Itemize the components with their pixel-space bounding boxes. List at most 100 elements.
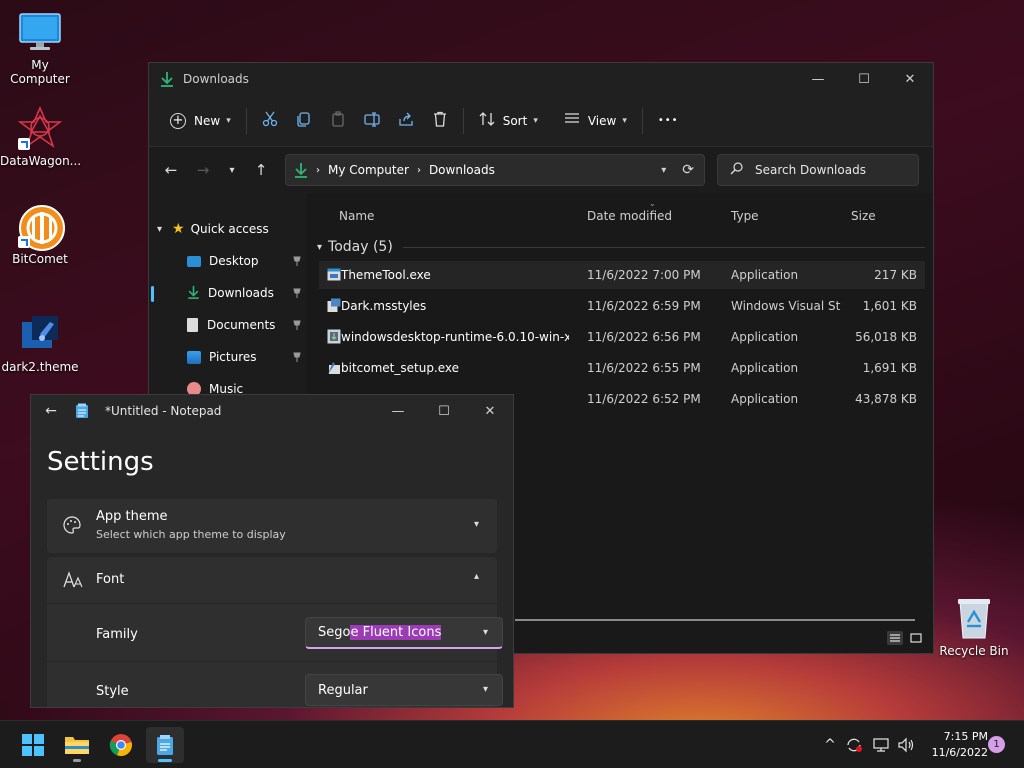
table-row[interactable]: Dark.msstyles 11/6/2022 6:59 PM Windows … [319, 292, 925, 320]
paste-button[interactable] [321, 105, 355, 137]
toolbar-divider [245, 107, 247, 134]
font-style-dropdown[interactable]: Regular ▾ [305, 674, 503, 706]
notepad-window[interactable]: ← *Untitled - Notepad — ☐ ✕ Settings App… [30, 394, 514, 708]
close-button[interactable]: ✕ [887, 63, 933, 95]
chevron-down-icon: ▾ [317, 241, 323, 253]
start-button[interactable] [14, 727, 52, 763]
font-setting-header[interactable]: Font ▴ [47, 557, 497, 603]
breadcrumb-my-computer[interactable]: My Computer [328, 163, 409, 177]
file-explorer-taskbar-button[interactable] [58, 727, 96, 763]
maximize-button[interactable]: ☐ [841, 63, 887, 95]
trash-icon [432, 111, 448, 130]
view-button[interactable]: View ▾ [555, 105, 636, 137]
sync-status-icon[interactable] [844, 735, 864, 755]
desktop-icon-my-computer[interactable]: My Computer [0, 10, 80, 86]
pin-icon [293, 287, 301, 298]
app-theme-subtitle: Select which app theme to display [96, 528, 286, 541]
more-dots-icon: ••• [657, 115, 679, 126]
family-label: Family [96, 627, 138, 642]
show-hidden-icons-button[interactable]: ^ [820, 735, 840, 755]
desktop-icon-recycle-bin[interactable]: Recycle Bin [934, 596, 1014, 658]
sidebar-item-downloads[interactable]: Downloads [149, 277, 307, 309]
document-icon [187, 318, 198, 332]
share-button[interactable] [389, 105, 423, 137]
back-button[interactable]: ← [31, 395, 71, 427]
sidebar-item-desktop[interactable]: Desktop [149, 245, 307, 277]
desktop-icon-dark2-theme[interactable]: dark2.theme [0, 312, 80, 374]
table-row[interactable]: bitcomet_setup.exe 11/6/2022 6:55 PM App… [319, 354, 925, 382]
font-setting[interactable]: Font ▴ Family Sego e Fluent Icons ▾ Style… [47, 557, 503, 707]
notification-badge[interactable]: 1 [988, 736, 1005, 753]
bitcomet-logo-icon [18, 204, 65, 251]
clock[interactable]: 7:15 PM 11/6/2022 [924, 729, 988, 761]
sidebar-item-pictures[interactable]: Pictures [149, 341, 307, 373]
maximize-button[interactable]: ☐ [421, 395, 467, 427]
back-button[interactable]: ← [155, 154, 187, 186]
star-icon: ★ [172, 221, 185, 237]
font-family-dropdown[interactable]: Sego e Fluent Icons ▾ [305, 617, 503, 649]
folder-icon [65, 737, 89, 754]
command-bar: + New ▾ Sort ▾ View ▾ ••• [149, 95, 933, 147]
pin-icon [293, 351, 301, 362]
sidebar-item-quick-access[interactable]: ▾ ★ Quick access [149, 213, 307, 245]
desktop-icon-label: dark2.theme [1, 360, 79, 374]
table-row[interactable]: windowsdesktop-runtime-6.0.10-win-x6... … [319, 323, 925, 351]
breadcrumb-downloads[interactable]: Downloads [429, 163, 495, 177]
app-theme-setting[interactable]: App theme Select which app theme to disp… [47, 499, 497, 553]
chevron-down-icon: ▾ [533, 115, 538, 126]
close-button[interactable]: ✕ [467, 395, 513, 427]
search-box[interactable]: Search Downloads [717, 154, 919, 186]
column-header-date[interactable]: Date modified [587, 209, 672, 223]
tiles-view-icon [910, 633, 922, 643]
desktop-icon-label: My Computer [10, 58, 70, 86]
column-header-name[interactable]: Name [339, 209, 374, 223]
forward-button[interactable]: → [187, 154, 219, 186]
chevron-right-icon: › [416, 164, 421, 176]
explorer-titlebar[interactable]: Downloads — ☐ ✕ [149, 63, 933, 95]
new-button[interactable]: + New ▾ [161, 105, 240, 137]
up-button[interactable]: ↑ [245, 154, 277, 186]
shortcut-arrow-icon [18, 138, 30, 150]
horizontal-scrollbar[interactable] [515, 619, 915, 621]
volume-icon[interactable] [896, 735, 916, 755]
details-view-toggle[interactable] [887, 631, 903, 645]
delete-button[interactable] [423, 105, 457, 137]
divider [47, 661, 497, 662]
recent-locations-button[interactable]: ▾ [219, 154, 245, 186]
download-arrow-icon [159, 71, 175, 87]
desktop-icon-bitcomet[interactable]: BitComet [0, 204, 80, 266]
group-header-today[interactable]: ▾ Today (5) [317, 237, 925, 257]
sort-indicator-icon: ⌄ [649, 199, 656, 208]
arrow-right-icon: → [196, 161, 210, 179]
minimize-button[interactable]: — [795, 63, 841, 95]
window-title: Downloads [183, 72, 249, 86]
network-icon[interactable] [872, 735, 892, 755]
notepad-icon [157, 735, 173, 755]
minimize-button[interactable]: — [375, 395, 421, 427]
sidebar-item-documents[interactable]: Documents [149, 309, 307, 341]
column-header-type[interactable]: Type [731, 209, 759, 223]
notepad-taskbar-button[interactable] [146, 727, 184, 763]
sort-button[interactable]: Sort ▾ [470, 105, 547, 137]
column-header-size[interactable]: Size [851, 209, 876, 223]
chrome-taskbar-button[interactable] [102, 727, 140, 763]
desktop-icon-datawagon[interactable]: DataWagon... [0, 105, 82, 168]
address-bar[interactable]: › My Computer › Downloads ▾ ⟳ [285, 154, 705, 186]
chevron-down-icon: ▾ [482, 684, 488, 695]
notepad-titlebar[interactable]: ← *Untitled - Notepad — ☐ ✕ [31, 395, 513, 427]
search-icon [730, 162, 743, 178]
tiles-view-toggle[interactable] [909, 631, 923, 645]
refresh-icon[interactable]: ⟳ [682, 162, 694, 178]
cut-button[interactable] [253, 105, 287, 137]
table-row[interactable]: ThemeTool.exe 11/6/2022 7:00 PM Applicat… [319, 261, 925, 289]
navigation-bar: ← → ▾ ↑ › My Computer › Downloads ▾ ⟳ Se… [149, 147, 933, 193]
rename-button[interactable] [355, 105, 389, 137]
pin-icon [293, 319, 301, 330]
desktop-icon-label: DataWagon... [0, 154, 82, 168]
details-view-icon [890, 634, 900, 642]
more-options-button[interactable]: ••• [649, 105, 688, 137]
divider [47, 603, 497, 604]
copy-button[interactable] [287, 105, 321, 137]
address-history-chevron-icon[interactable]: ▾ [661, 165, 666, 176]
desktop-icon-label: BitComet [12, 252, 68, 266]
